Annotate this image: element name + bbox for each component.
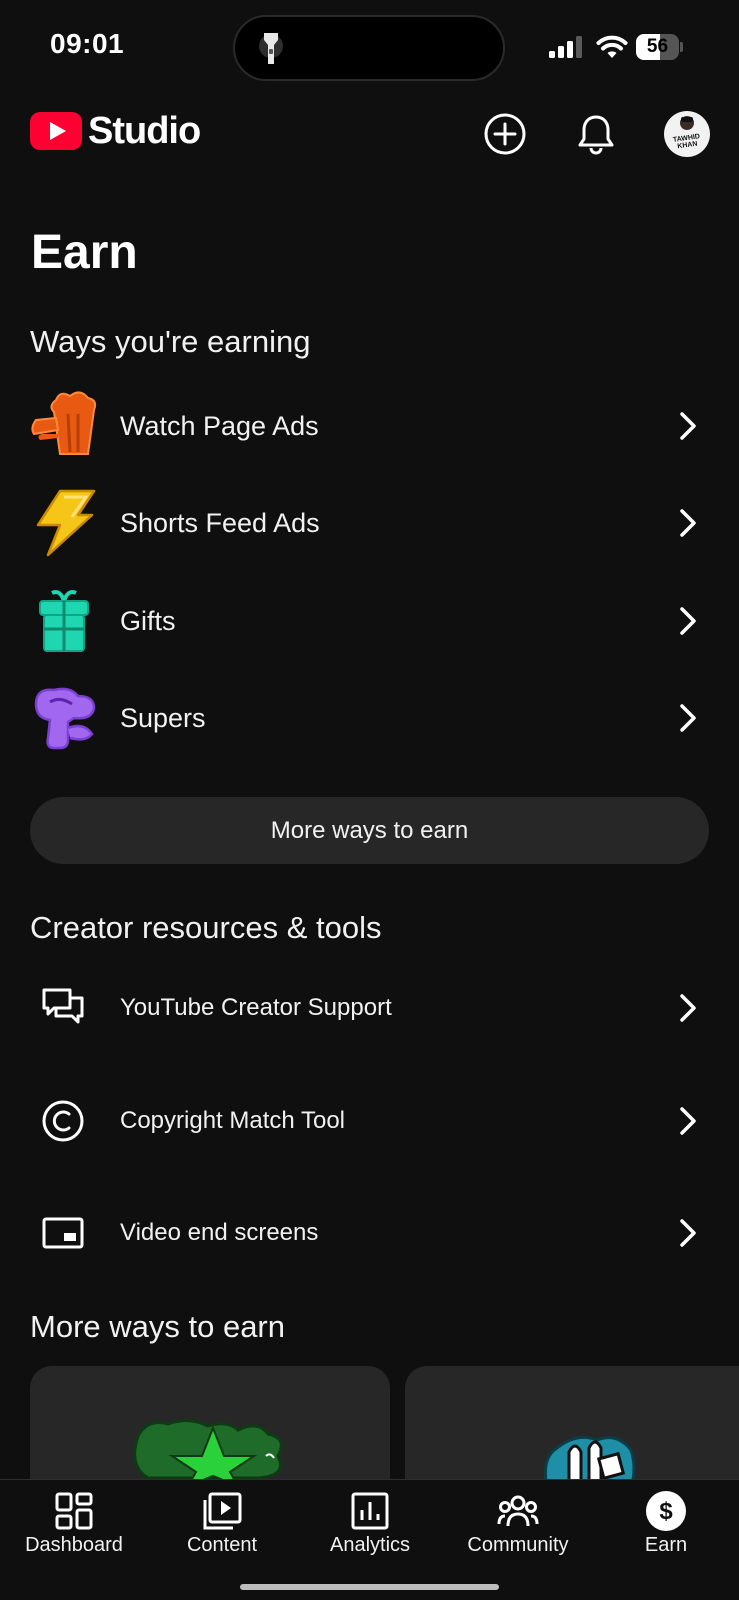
earn-item-label: Supers [120, 703, 206, 733]
account-avatar[interactable]: TAWHID KHAN [664, 111, 710, 157]
section-title-ways-earning: Ways you're earning [30, 324, 311, 359]
avatar-text: TAWHID KHAN [672, 133, 701, 151]
avatar-face-icon [680, 116, 694, 130]
earn-item-gifts[interactable]: Gifts [0, 573, 739, 669]
status-time: 09:01 [50, 28, 125, 59]
nav-earn[interactable]: $ Earn [592, 1480, 739, 1580]
nav-label: Community [467, 1534, 569, 1556]
star-illustration-icon [133, 1419, 283, 1484]
resource-item-label: Copyright Match Tool [120, 1107, 345, 1134]
chevron-right-icon [680, 509, 696, 537]
nav-label: Analytics [329, 1534, 411, 1556]
chevron-right-icon [680, 994, 696, 1022]
chevron-right-icon [680, 607, 696, 635]
end-screen-icon [42, 1217, 84, 1249]
chevron-right-icon [680, 412, 696, 440]
notifications-bell-icon[interactable] [574, 112, 618, 156]
earn-item-label: Watch Page Ads [120, 411, 319, 441]
section-title-creator-resources: Creator resources & tools [30, 910, 382, 945]
content-icon [203, 1492, 242, 1530]
resource-item-end-screens[interactable]: Video end screens [0, 1178, 739, 1288]
nav-label: Earn [644, 1534, 688, 1556]
nav-dashboard[interactable]: Dashboard [0, 1480, 148, 1580]
popcorn-icon [31, 391, 97, 455]
youtube-logo-icon[interactable] [30, 112, 82, 150]
community-icon [497, 1495, 539, 1527]
earn-icon: $ [646, 1491, 686, 1531]
battery-indicator: 56 [636, 34, 684, 60]
bottom-nav: Dashboard Content Analytics Community $ [0, 1479, 739, 1600]
more-ways-to-earn-button[interactable]: More ways to earn [30, 797, 709, 864]
section-title-more-ways: More ways to earn [30, 1309, 285, 1344]
supers-icon [34, 687, 96, 750]
earn-item-label: Shorts Feed Ads [120, 508, 320, 538]
more-ways-card[interactable] [405, 1366, 739, 1484]
chevron-right-icon [680, 1219, 696, 1247]
create-plus-icon[interactable] [483, 112, 527, 156]
dashboard-icon [55, 1492, 93, 1530]
page-title: Earn [31, 226, 138, 279]
chevron-right-icon [680, 1107, 696, 1135]
nav-label: Dashboard [25, 1534, 123, 1556]
analytics-icon [351, 1492, 389, 1530]
studio-brand[interactable]: Studio [88, 110, 201, 153]
battery-level: 56 [646, 36, 669, 57]
chat-bubbles-icon [42, 988, 84, 1024]
resource-item-label: Video end screens [120, 1219, 319, 1246]
lightning-icon [36, 489, 96, 557]
gift-icon [39, 590, 89, 652]
nav-community[interactable]: Community [444, 1480, 592, 1580]
nav-analytics[interactable]: Analytics [296, 1480, 444, 1580]
copyright-icon [42, 1100, 84, 1142]
earn-item-watch-page-ads[interactable]: Watch Page Ads [0, 378, 739, 474]
cellular-signal-icon [549, 36, 582, 58]
nav-content[interactable]: Content [148, 1480, 296, 1580]
resource-item-copyright-match[interactable]: Copyright Match Tool [0, 1066, 739, 1176]
shopping-illustration-icon [543, 1435, 636, 1484]
flashlight-icon [259, 33, 283, 64]
svg-text:$: $ [659, 1498, 673, 1525]
resource-item-creator-support[interactable]: YouTube Creator Support [0, 953, 739, 1063]
nav-label: Content [186, 1534, 258, 1556]
more-ways-card[interactable] [30, 1366, 390, 1484]
earn-item-supers[interactable]: Supers [0, 670, 739, 766]
earn-item-shorts-feed-ads[interactable]: Shorts Feed Ads [0, 475, 739, 571]
chevron-right-icon [680, 704, 696, 732]
earn-item-label: Gifts [120, 606, 176, 636]
home-indicator[interactable] [240, 1584, 499, 1590]
wifi-icon [596, 35, 628, 58]
resource-item-label: YouTube Creator Support [120, 994, 392, 1021]
